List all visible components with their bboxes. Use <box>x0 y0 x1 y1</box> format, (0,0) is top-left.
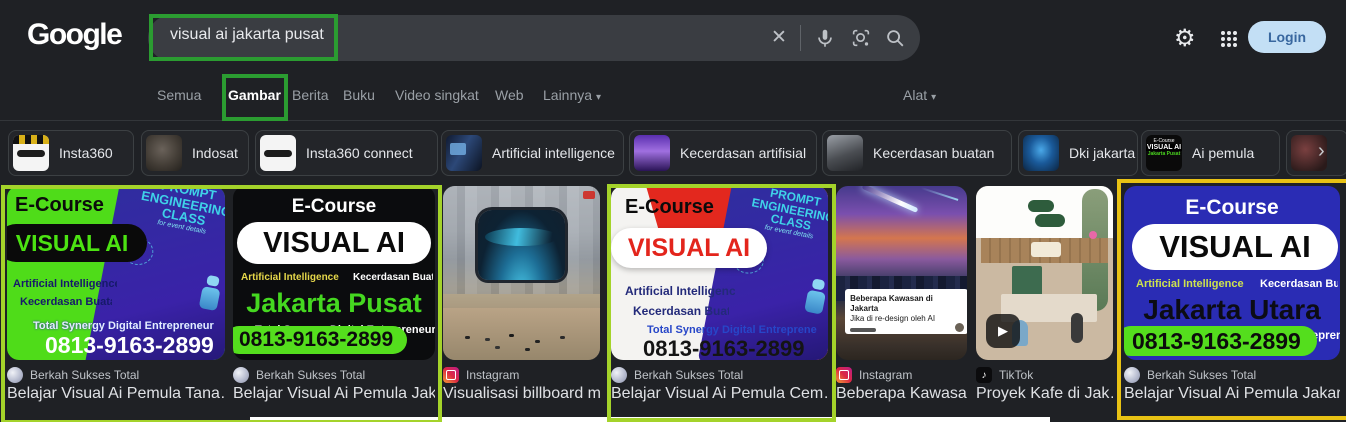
annotation-box-gambar-tab <box>222 74 288 121</box>
tabs-divider <box>0 120 1346 121</box>
chip-thumbnail <box>146 135 182 171</box>
chip-partial[interactable] <box>1286 130 1346 176</box>
result-source: TikTok <box>999 368 1034 382</box>
billboard-art <box>477 210 566 280</box>
annotation-box-result-4 <box>607 184 836 422</box>
login-button[interactable]: Login <box>1248 21 1326 53</box>
tab-berita[interactable]: Berita <box>292 87 329 103</box>
flamingo-art <box>1088 231 1097 240</box>
watermark <box>583 191 595 199</box>
image-result-3[interactable] <box>443 186 600 360</box>
traffic-art <box>464 336 470 340</box>
tab-lainnya[interactable]: Lainnya ▾ <box>543 87 601 103</box>
chip-ai-pemula[interactable]: E-Course VISUAL AI Jakarta Pusat Ai pemu… <box>1141 130 1280 176</box>
instagram-favicon <box>836 367 852 383</box>
result-title[interactable]: Proyek Kafe di Jak… <box>976 385 1113 403</box>
instagram-favicon <box>443 367 459 383</box>
chip-dki-jakarta[interactable]: Dki jakarta <box>1018 130 1138 176</box>
tools-button[interactable]: Alat ▾ <box>903 87 936 103</box>
chip-thumbnail <box>1023 135 1059 171</box>
result-source: Instagram <box>466 368 520 382</box>
chip-indosat[interactable]: Indosat <box>141 130 249 176</box>
microphone-icon[interactable] <box>814 27 836 49</box>
annotation-box-result-7 <box>1117 179 1346 420</box>
chip-thumbnail <box>634 135 670 171</box>
figure-art <box>1070 312 1083 343</box>
chip-thumbnail <box>13 135 49 171</box>
image-result-5[interactable]: Beberapa Kawasan di Jakarta Jika di re-d… <box>836 186 967 360</box>
result-title[interactable]: Beberapa Kawasa… <box>836 385 967 403</box>
cloud-art <box>1028 199 1055 212</box>
overlay-text-card: Beberapa Kawasan di Jakarta Jika di re-d… <box>845 288 967 334</box>
tab-buku[interactable]: Buku <box>343 87 375 103</box>
google-lens-icon[interactable] <box>850 27 872 49</box>
play-button-icon: ▶ <box>986 314 1020 348</box>
chip-thumbnail: E-Course VISUAL AI Jakarta Pusat <box>1146 135 1182 171</box>
cloud-art <box>1034 213 1065 227</box>
search-divider <box>800 25 801 51</box>
annotation-box-results-left <box>1 185 442 422</box>
chip-thumbnail <box>827 135 863 171</box>
result-source-row[interactable]: Instagram <box>443 367 600 383</box>
tab-video-singkat[interactable]: Video singkat <box>395 87 479 103</box>
result-title[interactable]: Visualisasi billboard m… <box>443 385 600 403</box>
menu-board-art <box>1011 266 1042 298</box>
tiktok-favicon: ♪ <box>976 367 992 383</box>
apps-grid-icon[interactable] <box>1221 31 1225 35</box>
chip-kecerdasan-buatan[interactable]: Kecerdasan buatan <box>822 130 1012 176</box>
clear-search-icon[interactable]: ✕ <box>768 27 790 49</box>
settings-gear-icon[interactable]: ⚙ <box>1174 24 1196 53</box>
tab-semua[interactable]: Semua <box>157 87 201 103</box>
chevron-right-icon[interactable]: › <box>1318 140 1325 163</box>
image-result-6[interactable]: ▶ <box>976 186 1113 360</box>
chip-insta360[interactable]: Insta360 <box>8 130 134 176</box>
chevron-down-icon: ▾ <box>931 92 937 103</box>
comet-art <box>861 186 919 214</box>
search-icon[interactable] <box>884 27 906 49</box>
logo-stamp <box>954 322 964 332</box>
chip-thumbnail <box>260 135 296 171</box>
tab-web[interactable]: Web <box>495 87 524 103</box>
watermark <box>850 327 877 332</box>
chip-thumbnail <box>446 135 482 171</box>
chip-artificial-intelligence[interactable]: Artificial intelligence <box>441 130 624 176</box>
chevron-down-icon: ▾ <box>596 92 602 103</box>
result-source: Instagram <box>859 368 913 382</box>
chip-kecerdasan-artifisial[interactable]: Kecerdasan artifisial <box>629 130 817 176</box>
result-source-row[interactable]: ♪ TikTok <box>976 367 1113 383</box>
google-images-page: Google visual ai jakarta pusat ✕ ⚙ Login… <box>0 0 1346 422</box>
chip-insta360-connect[interactable]: Insta360 connect <box>255 130 438 176</box>
annotation-box-query <box>149 14 338 61</box>
result-source-row[interactable]: Instagram <box>836 367 967 383</box>
google-logo[interactable]: Google <box>27 18 123 52</box>
